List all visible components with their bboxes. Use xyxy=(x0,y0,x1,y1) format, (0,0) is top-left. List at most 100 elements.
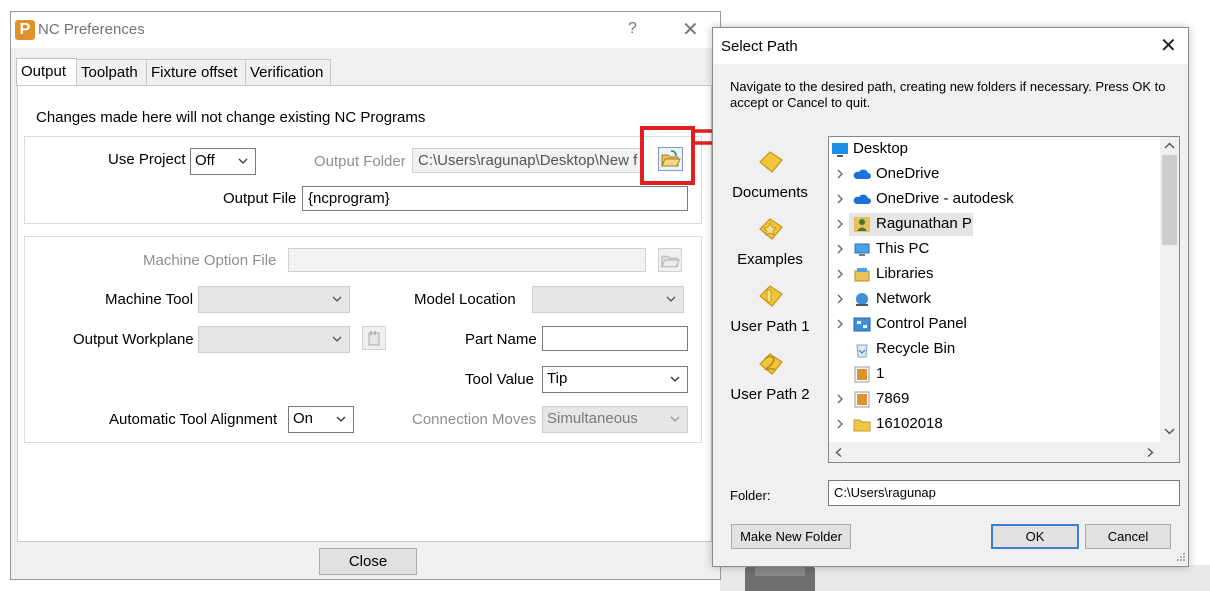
examples-icon xyxy=(759,218,783,240)
instruction-text: Navigate to the desired path, creating n… xyxy=(730,79,1166,110)
close-icon[interactable]: ✕ xyxy=(682,17,699,42)
desktop-background-left xyxy=(0,0,10,591)
tree-item-control-panel[interactable]: Control Panel xyxy=(829,312,1159,337)
tree-item-this-pc[interactable]: This PC xyxy=(829,237,1159,262)
horizontal-scrollbar[interactable] xyxy=(829,442,1160,462)
dialog-title: Select Path xyxy=(721,38,798,55)
nc-preferences-window: P NC Preferences ? ✕ Output Toolpath Fix… xyxy=(10,11,721,580)
scroll-right-icon[interactable] xyxy=(1145,447,1155,458)
folder-path-field[interactable]: C:\Users\ragunap xyxy=(828,480,1180,506)
machine-tool-select[interactable] xyxy=(198,286,350,313)
folder-tree[interactable]: Desktop OneDrive OneDrive - autodesk Rag… xyxy=(828,136,1180,463)
machine-option-field[interactable] xyxy=(288,248,646,272)
background-window-fragment-top xyxy=(755,566,805,576)
place-label: User Path 2 xyxy=(730,386,810,403)
tree-item-recycle-bin[interactable]: Recycle Bin xyxy=(829,337,1159,362)
output-workplane-select[interactable] xyxy=(198,326,350,353)
make-new-folder-button[interactable]: Make New Folder xyxy=(731,524,851,549)
output-folder-label: Output Folder xyxy=(314,153,406,170)
vertical-scroll-thumb[interactable] xyxy=(1162,155,1177,245)
tree-item-label: Recycle Bin xyxy=(876,340,956,357)
output-folder-field[interactable]: C:\Users\ragunap\Desktop\New f xyxy=(412,148,644,173)
user-icon xyxy=(854,217,870,232)
cloud-icon xyxy=(853,169,871,179)
auto-tool-alignment-select[interactable]: On xyxy=(288,406,354,433)
chevron-right-icon xyxy=(837,269,843,279)
workplane-picker-button[interactable] xyxy=(362,326,386,350)
folder-icon xyxy=(853,419,871,432)
desktop-icon xyxy=(832,143,848,157)
tree-item-label: Ragunathan P xyxy=(876,215,972,232)
app-logo-icon: P xyxy=(15,20,35,40)
tree-item-label: Desktop xyxy=(853,140,909,157)
tree-item-label: 1 xyxy=(876,365,885,382)
tree-item-7869[interactable]: 7869 xyxy=(829,387,1159,412)
output-file-field[interactable]: {ncprogram} xyxy=(302,186,688,211)
chevron-down-icon xyxy=(670,416,680,422)
auto-tool-alignment-value: On xyxy=(293,410,314,427)
chevron-right-icon xyxy=(837,294,843,304)
resize-grip-icon[interactable] xyxy=(1176,552,1186,562)
browse-folder-button[interactable] xyxy=(658,147,683,171)
tree-item-onedrive[interactable]: OneDrive xyxy=(829,162,1159,187)
place-user-path-2[interactable]: User Path 2 xyxy=(725,348,815,403)
tool-value-value: Tip xyxy=(547,370,568,387)
use-project-label: Use Project xyxy=(108,151,186,168)
model-location-select[interactable] xyxy=(532,286,684,313)
chevron-right-icon xyxy=(837,169,843,179)
output-workplane-label: Output Workplane xyxy=(73,331,194,348)
tab-toolpath[interactable]: Toolpath xyxy=(76,59,147,85)
close-button[interactable]: Close xyxy=(319,548,417,575)
select-path-dialog: Select Path ✕ Navigate to the desired pa… xyxy=(712,27,1189,567)
tool-value-select[interactable]: Tip xyxy=(542,366,688,393)
help-button[interactable]: ? xyxy=(628,20,637,38)
tree-item-desktop[interactable]: Desktop xyxy=(829,137,1159,162)
chevron-right-icon xyxy=(837,319,843,329)
open-folder-icon xyxy=(661,150,681,167)
tab-fixture-offset[interactable]: Fixture offset xyxy=(146,59,246,85)
workplane-icon xyxy=(368,331,380,346)
tree-item-label: Control Panel xyxy=(876,315,967,332)
place-examples[interactable]: Examples xyxy=(725,213,815,268)
close-icon[interactable]: ✕ xyxy=(1160,33,1177,58)
tab-verification[interactable]: Verification xyxy=(245,59,331,85)
ok-button[interactable]: OK xyxy=(991,524,1079,549)
cloud-icon xyxy=(853,194,871,204)
place-documents[interactable]: Documents xyxy=(725,146,815,201)
chevron-down-icon xyxy=(332,296,342,302)
scrollbar-corner xyxy=(1160,442,1179,462)
part-name-field[interactable] xyxy=(542,326,688,351)
user-path-2-icon xyxy=(759,353,783,375)
notice-text: Changes made here will not change existi… xyxy=(36,109,426,126)
app-file-icon xyxy=(854,391,870,408)
machine-option-label: Machine Option File xyxy=(143,252,277,269)
scroll-up-icon[interactable] xyxy=(1163,141,1176,151)
tree-item-onedrive-autodesk[interactable]: OneDrive - autodesk xyxy=(829,187,1159,212)
chevron-down-icon xyxy=(670,376,680,382)
tree-item-label: OneDrive - autodesk xyxy=(876,190,1014,207)
tab-output[interactable]: Output xyxy=(16,58,77,86)
window-title: NC Preferences xyxy=(38,21,145,38)
tree-item-libraries[interactable]: Libraries xyxy=(829,262,1159,287)
app-file-icon xyxy=(854,366,870,383)
chevron-right-icon xyxy=(837,244,843,254)
place-user-path-1[interactable]: User Path 1 xyxy=(725,280,815,335)
tree-item-1[interactable]: 1 xyxy=(829,362,1159,387)
part-name-label: Part Name xyxy=(465,331,537,348)
connection-moves-select[interactable]: Simultaneous xyxy=(542,406,688,433)
tree-item-ragunathan-p[interactable]: Ragunathan P xyxy=(829,212,1159,237)
tree-item-label: Network xyxy=(876,290,932,307)
browse-machine-option-button[interactable] xyxy=(658,248,682,272)
tree-item-network[interactable]: Network xyxy=(829,287,1159,312)
model-location-label: Model Location xyxy=(414,291,516,308)
use-project-select[interactable]: Off xyxy=(190,148,256,175)
chevron-down-icon xyxy=(666,296,676,302)
output-tab-panel: Changes made here will not change existi… xyxy=(17,85,712,542)
libraries-icon xyxy=(854,268,870,282)
scroll-down-icon[interactable] xyxy=(1163,426,1176,436)
scroll-left-icon[interactable] xyxy=(834,447,844,458)
tree-item-16102018[interactable]: 16102018 xyxy=(829,412,1159,437)
cancel-button[interactable]: Cancel xyxy=(1085,524,1171,549)
machine-tool-label: Machine Tool xyxy=(105,291,194,308)
place-label: Examples xyxy=(737,251,803,268)
